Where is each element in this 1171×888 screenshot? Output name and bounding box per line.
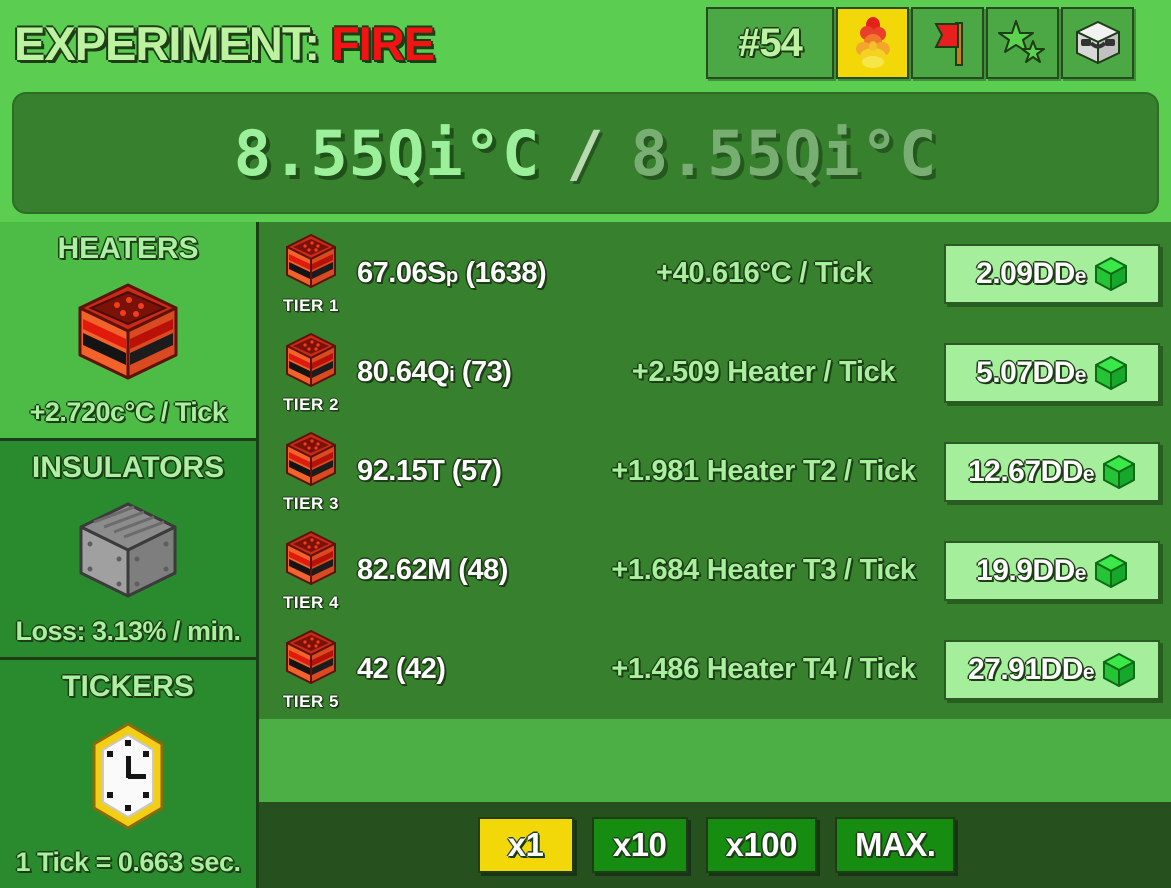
tier-icon-group: TIER 5 [265,628,357,712]
sidebar-insulators-stat: Loss: 3.13% / min. [15,616,241,646]
green-cube-icon [1094,553,1128,589]
tab-cube[interactable] [1061,7,1134,79]
tier-count: 80.64Qi (73) [357,356,512,388]
heater-block-icon [284,232,338,294]
table-row-tier-1: TIER 1 67.06Sp (1638) +40.616°C / Tick 2… [259,224,1171,323]
white-cube-icon [1073,19,1123,67]
heater-block-icon [73,276,183,388]
clock-icon [80,720,176,832]
sidebar-tickers-stat: 1 Tick = 0.663 sec. [15,847,241,877]
sidebar-item-heaters[interactable]: HEATERS +2.720c°C / Tick [0,222,256,441]
experiment-number-badge: #54 [706,7,834,79]
header-tab-strip: #54 [706,7,1134,79]
buy-button[interactable]: 2.09DDe [944,243,1160,304]
tier-count: 82.62M (48) [357,554,508,586]
title-suffix: FIRE [331,16,435,70]
tier-label: TIER 4 [283,592,339,612]
multiplier-button-x10[interactable]: x10 [591,817,688,873]
multiplier-label: x10 [612,826,667,863]
experiment-number-label: #54 [738,20,803,65]
cost-label: 2.09DDe [976,256,1086,290]
heater-block-icon [284,628,338,690]
temperature-separator: / [566,116,605,190]
table-row-tier-2: TIER 2 80.64Qi (73) +2.509 Heater / Tick… [259,323,1171,422]
maximum-temperature: 8.55Qi°C [630,116,938,190]
sidebar-insulators-title: INSULATORS [31,451,225,484]
tab-flag[interactable] [911,7,984,79]
tier-effect: +40.616°C / Tick [655,257,872,289]
tier-label: TIER 2 [283,394,339,414]
green-cube-icon [1102,652,1136,688]
green-cube-icon [1094,256,1128,292]
multiplier-bar: x1 x10 x100 MAX. [259,802,1171,888]
cost-label: 12.67DDe [967,454,1095,488]
sidebar-heaters-title: HEATERS [57,232,199,265]
green-cube-icon [1094,355,1128,391]
tier-effect: +1.486 Heater T4 / Tick [611,653,916,685]
table-row-tier-4: TIER 4 82.62M (48) +1.684 Heater T3 / Ti… [259,521,1171,620]
tier-icon-group: TIER 4 [265,529,357,613]
heater-block-icon [284,430,338,492]
multiplier-button-max[interactable]: MAX. [834,817,956,873]
tier-label: TIER 5 [283,691,339,711]
main-content: TIER 1 67.06Sp (1638) +40.616°C / Tick 2… [256,222,1171,888]
heater-block-icon [284,529,338,591]
buy-button[interactable]: 19.9DDe [944,540,1160,601]
buy-button[interactable]: 5.07DDe [944,342,1160,403]
temperature-display: 8.55Qi°C / 8.55Qi°C [12,92,1159,214]
multiplier-label: x1 [507,826,544,863]
table-row-tier-5: TIER 5 42 (42) +1.486 Heater T4 / Tick 2… [259,620,1171,719]
header-bar: EXPERIMENT: FIRE #54 [0,0,1171,86]
fire-icon [853,16,893,70]
tier-effect: +1.981 Heater T2 / Tick [611,455,916,487]
sidebar-heaters-stat: +2.720c°C / Tick [29,397,227,427]
tier-icon-group: TIER 1 [265,232,357,316]
tier-icon-group: TIER 3 [265,430,357,514]
sidebar-item-tickers[interactable]: TICKERS 1 Tick = 0.663 sec. [0,660,256,888]
tab-stars[interactable] [986,7,1059,79]
sidebar-item-insulators[interactable]: INSULATORS Loss: 3.13% / min. [0,441,256,660]
game-screen: EXPERIMENT: FIRE #54 8.55Qi°C / 8.55Qi°C… [0,0,1171,888]
cost-label: 5.07DDe [976,355,1086,389]
red-flag-icon [926,19,970,67]
heater-block-icon [284,331,338,393]
multiplier-button-x1[interactable]: x1 [477,817,574,873]
heater-tier-list: TIER 1 67.06Sp (1638) +40.616°C / Tick 2… [259,222,1171,719]
multiplier-button-x100[interactable]: x100 [705,817,817,873]
page-title: EXPERIMENT: FIRE [14,16,435,70]
tier-icon-group: TIER 2 [265,331,357,415]
title-prefix: EXPERIMENT: [14,16,332,70]
cost-label: 27.91DDe [967,652,1095,686]
buy-button[interactable]: 12.67DDe [944,441,1160,502]
buy-button[interactable]: 27.91DDe [944,639,1160,700]
tier-count: 92.15T (57) [357,455,502,487]
multiplier-label: MAX. [854,826,936,863]
multiplier-label: x100 [725,826,798,863]
tab-fire[interactable] [836,7,909,79]
empty-list-area [259,719,1171,802]
table-row-tier-3: TIER 3 92.15T (57) +1.981 Heater T2 / Ti… [259,422,1171,521]
tier-effect: +1.684 Heater T3 / Tick [611,554,916,586]
sidebar: HEATERS +2.720c°C / Tick INSULATORS Loss… [0,222,256,888]
tier-effect: +2.509 Heater / Tick [631,356,896,388]
stars-icon [997,19,1048,67]
sidebar-tickers-title: TICKERS [62,670,194,703]
tier-count: 42 (42) [357,653,446,685]
tier-count: 67.06Sp (1638) [357,257,547,289]
green-cube-icon [1102,454,1136,490]
current-temperature: 8.55Qi°C [233,116,541,190]
cost-label: 19.9DDe [976,553,1086,587]
tier-label: TIER 3 [283,493,339,513]
tier-label: TIER 1 [283,295,339,315]
insulator-block-icon [74,495,182,607]
